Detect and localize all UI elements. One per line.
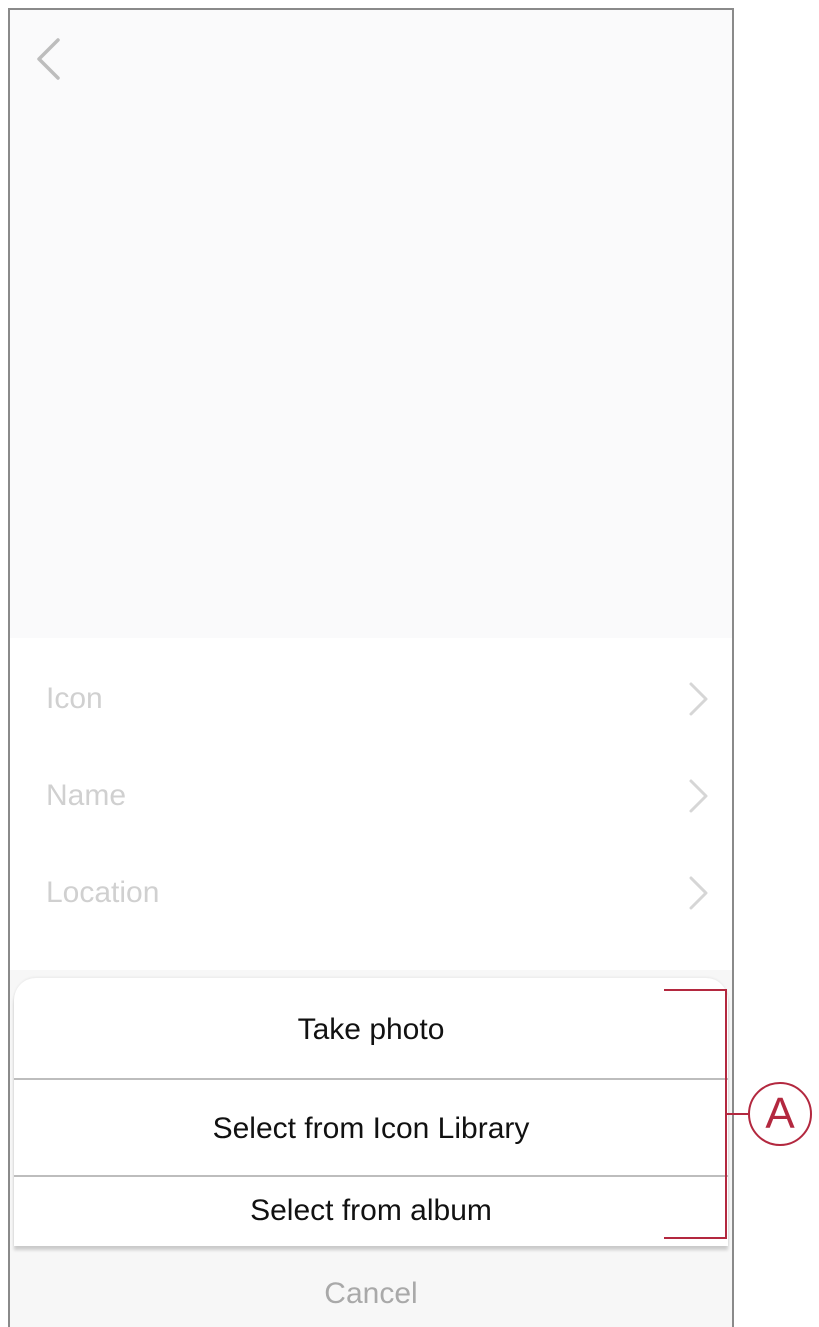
settings-row-label: Location <box>46 875 160 909</box>
settings-row-name[interactable]: Name <box>10 747 732 844</box>
action-sheet: Take photo Select from Icon Library Sele… <box>14 978 728 1246</box>
header-area <box>10 10 732 638</box>
settings-row-label: Icon <box>46 681 103 715</box>
chevron-right-icon <box>689 779 708 812</box>
take-photo-button[interactable]: Take photo <box>14 978 728 1082</box>
annotation-letter: A <box>765 1089 795 1138</box>
phone-screen: Icon Name Location Take photo Select fro… <box>8 8 734 1327</box>
chevron-right-icon <box>689 876 708 909</box>
chevron-left-icon <box>37 38 60 80</box>
settings-row-location[interactable]: Location <box>10 844 732 941</box>
select-icon-library-button[interactable]: Select from Icon Library <box>14 1080 728 1178</box>
option-label: Select from album <box>250 1194 492 1227</box>
cancel-button[interactable]: Cancel <box>10 1258 732 1327</box>
chevron-right-icon <box>689 682 708 715</box>
settings-list: Icon Name Location <box>10 650 732 941</box>
cancel-label: Cancel <box>324 1277 418 1310</box>
option-label: Select from Icon Library <box>212 1112 530 1145</box>
settings-row-icon[interactable]: Icon <box>10 650 732 747</box>
select-album-button[interactable]: Select from album <box>14 1177 728 1245</box>
back-button[interactable] <box>30 36 66 82</box>
settings-row-label: Name <box>46 778 127 812</box>
option-label: Take photo <box>297 1013 445 1046</box>
